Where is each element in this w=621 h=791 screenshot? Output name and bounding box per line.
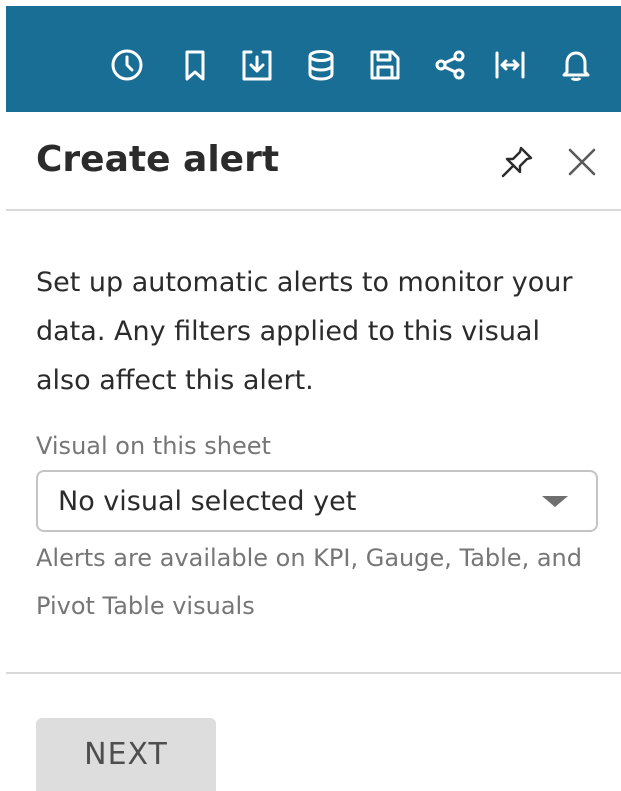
header-divider — [6, 209, 621, 211]
footer-divider — [6, 672, 621, 674]
pin-icon[interactable] — [497, 142, 537, 182]
close-icon[interactable] — [562, 142, 602, 182]
fit-width-icon[interactable] — [493, 48, 527, 82]
clock-icon[interactable] — [110, 48, 144, 82]
panel-title: Create alert — [36, 139, 280, 180]
visual-select[interactable]: No visual selected yet — [36, 470, 598, 532]
visual-select-value: No visual selected yet — [58, 486, 357, 517]
alert-description: Set up automatic alerts to monitor your … — [36, 267, 573, 396]
next-button[interactable]: NEXT — [36, 718, 216, 791]
download-icon[interactable] — [240, 48, 274, 82]
visual-field-label: Visual on this sheet — [36, 432, 271, 460]
save-icon[interactable] — [368, 48, 402, 82]
database-icon[interactable] — [304, 48, 338, 82]
bookmark-icon[interactable] — [178, 48, 212, 82]
bell-icon[interactable] — [559, 48, 593, 82]
caret-down-icon — [542, 496, 568, 507]
visual-field-hint: Alerts are available on KPI, Gauge, Tabl… — [36, 544, 582, 620]
share-icon[interactable] — [433, 48, 467, 82]
top-toolbar — [6, 6, 621, 112]
